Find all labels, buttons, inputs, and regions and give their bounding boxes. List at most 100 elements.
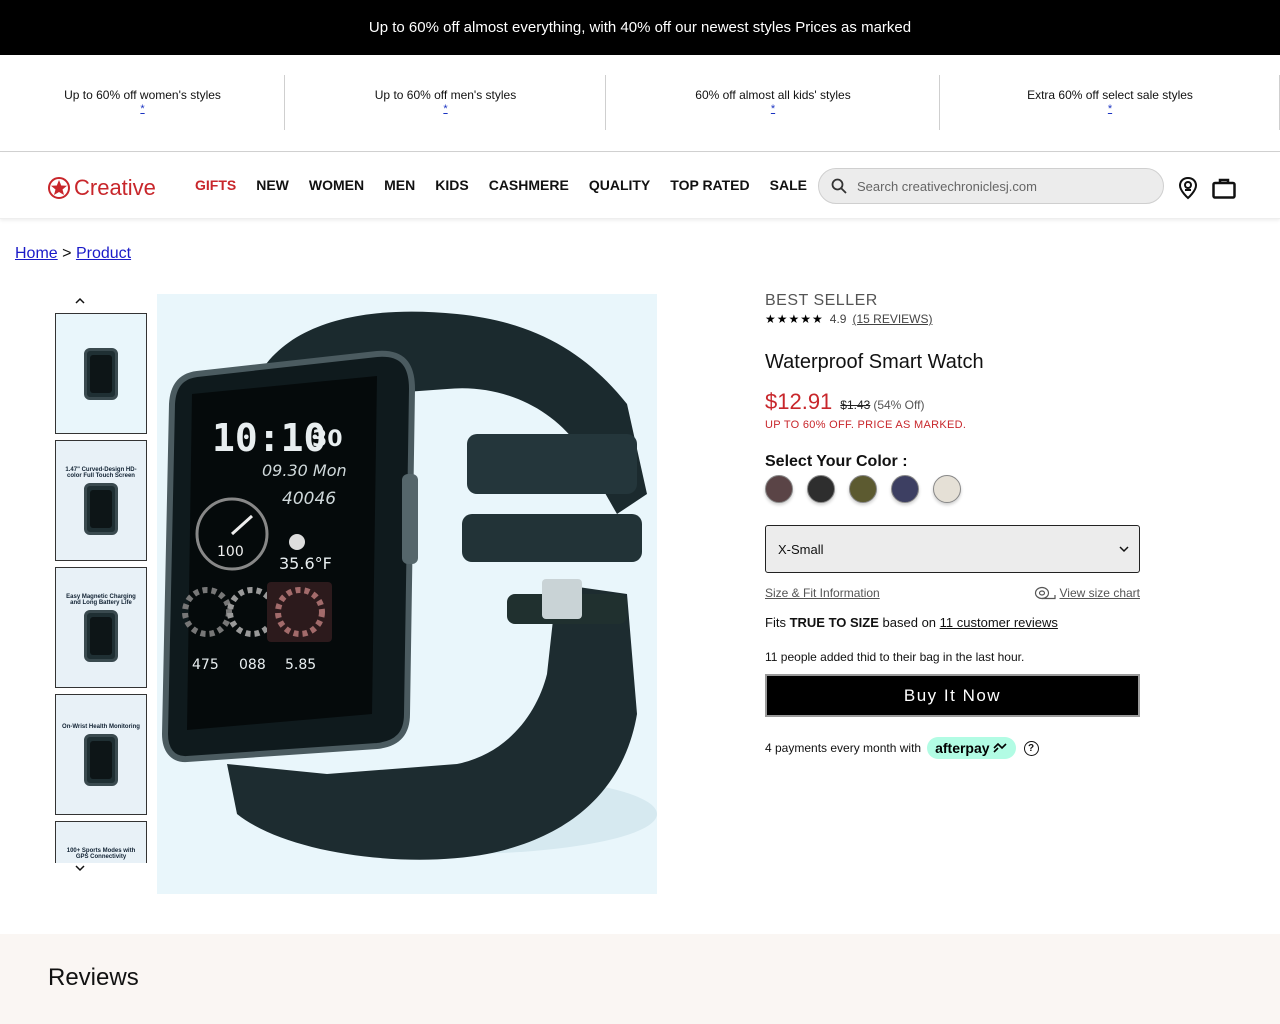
size-chart-group[interactable]: View size chart — [1034, 586, 1140, 600]
nav-quality[interactable]: QUALITY — [589, 177, 650, 193]
nav-sale[interactable]: SALE — [770, 177, 807, 193]
buy-now-button[interactable]: Buy It Now — [765, 674, 1140, 717]
brand-logo[interactable]: Creative — [47, 175, 156, 201]
best-seller-badge: BEST SELLER — [765, 292, 878, 309]
breadcrumb-home-link[interactable]: Home — [15, 245, 58, 262]
thumbnail-3[interactable]: Easy Magnetic Charging and Long Battery … — [55, 567, 147, 688]
thumbnail-2[interactable]: 1.47" Curved-Design HD-color Full Touch … — [55, 440, 147, 561]
rating-stars-icon: ★★★★★ — [765, 312, 824, 326]
color-swatch-black[interactable] — [807, 475, 835, 503]
fits-true-to-size: TRUE TO SIZE — [789, 615, 879, 630]
thumbnail-watch-image — [84, 609, 118, 662]
watch-calories: 475 — [192, 657, 219, 673]
search-icon — [831, 178, 847, 194]
fit-summary: Fits TRUE TO SIZE based on 11 customer r… — [765, 615, 1145, 630]
color-swatch-olive[interactable] — [849, 475, 877, 503]
promo-details-link[interactable]: * — [443, 103, 447, 115]
chevron-down-icon — [1119, 545, 1129, 552]
nav-women[interactable]: WOMEN — [309, 177, 364, 193]
nav-cashmere[interactable]: CASHMERE — [489, 177, 569, 193]
promo-men[interactable]: Up to 60% off men's styles * — [285, 55, 606, 151]
promo-details-link[interactable]: * — [140, 103, 144, 115]
store-locator-icon[interactable] — [1177, 176, 1199, 200]
customer-reviews-link[interactable]: 11 customer reviews — [940, 615, 1058, 630]
nav-men[interactable]: MEN — [384, 177, 415, 193]
promo-text: Extra 60% off select sale styles — [1027, 88, 1193, 102]
reviews-heading: Reviews — [48, 964, 139, 991]
help-icon[interactable]: ? — [1023, 740, 1039, 756]
original-price: $1.43 — [840, 398, 871, 412]
thumbnail-caption: On-Wrist Health Monitoring — [62, 723, 140, 730]
promo-details-link[interactable]: * — [771, 103, 775, 115]
search-box[interactable] — [818, 168, 1164, 204]
promo-strip: Up to 60% off women's styles * Up to 60%… — [0, 55, 1280, 152]
chevron-down-icon[interactable] — [74, 864, 86, 872]
size-selected-value: X-Small — [778, 541, 824, 557]
price-row: $12.91 $1.43 (54% Off) — [765, 389, 1145, 415]
main-header: Creative GIFTS NEW WOMEN MEN KIDS CASHME… — [0, 153, 1280, 219]
promo-text: Up to 60% off men's styles — [374, 88, 517, 102]
color-swatch-navy[interactable] — [891, 475, 919, 503]
afterpay-label: afterpay — [935, 740, 990, 756]
main-product-image[interactable]: 10:10 30 09.30 Mon 40046 100 35.6°F 475 … — [157, 294, 657, 894]
reviews-link[interactable]: (15 REVIEWS) — [852, 312, 932, 326]
color-swatch-cream[interactable] — [933, 475, 961, 503]
watch-steps: 40046 — [282, 489, 336, 509]
smart-watch-illustration: 10:10 30 09.30 Mon 40046 100 35.6°F 475 … — [161, 311, 657, 860]
promo-details-link[interactable]: * — [1108, 103, 1112, 115]
thumbnail-watch-image — [84, 733, 118, 786]
breadcrumb-separator: > — [62, 245, 72, 262]
shopping-bag-icon[interactable] — [1212, 177, 1236, 199]
product-info: BEST SELLER ★★★★★ 4.9 (15 REVIEWS) Water… — [765, 292, 1145, 759]
price-note: UP TO 60% OFF. PRICE AS MARKED. — [765, 419, 967, 431]
color-swatches — [765, 475, 1145, 503]
nav-gifts[interactable]: GIFTS — [195, 177, 236, 193]
thumbnail-4[interactable]: On-Wrist Health Monitoring — [55, 694, 147, 815]
thumbnail-caption: 100+ Sports Modes with GPS Connectivity — [66, 847, 136, 860]
search-input[interactable] — [857, 178, 1137, 194]
rating-row: ★★★★★ 4.9 (15 REVIEWS) — [765, 312, 1145, 326]
thumbnail-watch-image — [84, 482, 118, 535]
product-title: Waterproof Smart Watch — [765, 351, 984, 373]
watch-seconds: 30 — [312, 427, 343, 452]
chevron-up-icon[interactable] — [74, 297, 86, 305]
nav-top-rated[interactable]: TOP RATED — [670, 177, 749, 193]
payments-text: 4 payments every month with — [765, 741, 922, 755]
promo-women[interactable]: Up to 60% off women's styles * — [0, 55, 285, 151]
sale-price: $12.91 — [765, 389, 833, 414]
color-label: Select Your Color : — [765, 453, 908, 470]
watch-temperature: 35.6°F — [279, 554, 332, 573]
color-swatch-brown[interactable] — [765, 475, 793, 503]
thumbnail-5[interactable]: 100+ Sports Modes with GPS Connectivity — [55, 821, 147, 863]
afterpay-arrows-icon — [992, 743, 1007, 753]
discount-label: (54% Off) — [873, 398, 925, 412]
breadcrumb-product-link[interactable]: Product — [76, 245, 131, 262]
size-chart-link[interactable]: View size chart — [1060, 586, 1140, 600]
size-links: Size & Fit Information View size chart — [765, 586, 1140, 600]
measuring-tape-icon — [1034, 586, 1056, 600]
rating-value: 4.9 — [829, 312, 847, 326]
nav-kids[interactable]: KIDS — [435, 177, 468, 193]
breadcrumb: Home > Product — [15, 245, 131, 263]
size-select[interactable]: X-Small — [765, 525, 1140, 573]
watch-power: 100 — [217, 544, 244, 560]
afterpay-badge[interactable]: afterpay — [927, 737, 1016, 759]
reviews-section: Reviews — [0, 934, 1280, 1024]
nav-new[interactable]: NEW — [256, 177, 289, 193]
announcement-bar: Up to 60% off almost everything, with 40… — [0, 0, 1280, 55]
promo-text: 60% off almost all kids' styles — [695, 88, 851, 102]
brand-name: Creative — [74, 175, 156, 200]
promo-sale[interactable]: Extra 60% off select sale styles * — [940, 55, 1280, 151]
watch-time: 10:10 — [212, 416, 326, 460]
brand-star-icon — [48, 177, 70, 199]
thumbnail-list: 1.47" Curved-Design HD-color Full Touch … — [55, 313, 147, 863]
size-fit-link[interactable]: Size & Fit Information — [765, 586, 880, 600]
thumbnail-1[interactable] — [55, 313, 147, 434]
watch-date: 09.30 Mon — [262, 461, 347, 480]
fits-prefix: Fits — [765, 615, 786, 630]
promo-text: Up to 60% off women's styles — [64, 88, 221, 102]
thumbnail-watch-image — [84, 347, 118, 400]
announcement-text: Up to 60% off almost everything, with 40… — [368, 19, 912, 36]
promo-kids[interactable]: 60% off almost all kids' styles * — [606, 55, 940, 151]
watch-distance: 5.85 — [285, 657, 316, 673]
